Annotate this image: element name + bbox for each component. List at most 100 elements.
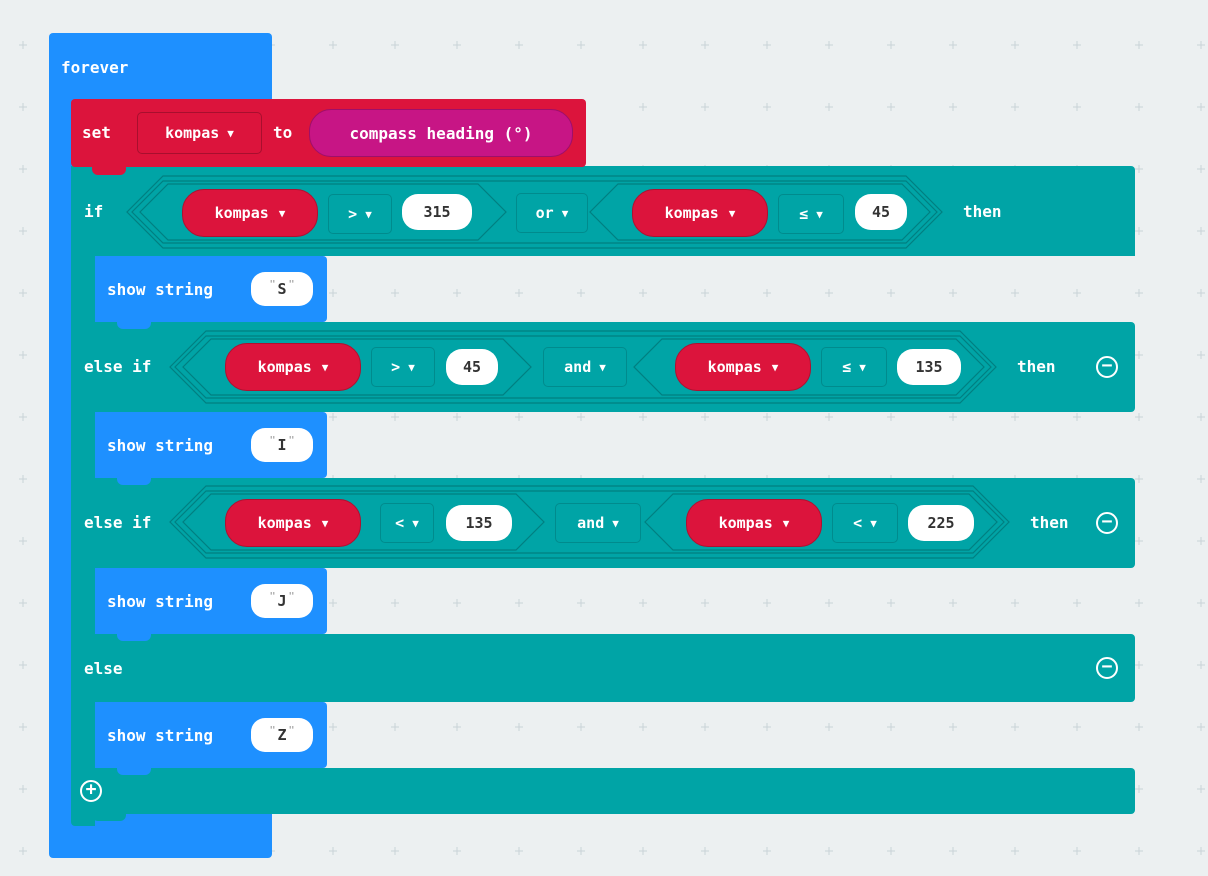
number-input[interactable]: 45 <box>855 194 907 230</box>
triangle-down-icon: ▼ <box>561 206 569 220</box>
then-label: then <box>963 202 1002 221</box>
kompas-variable-reporter[interactable]: kompas ▼ <box>675 343 811 391</box>
variable-dropdown[interactable]: kompas ▼ <box>137 112 262 154</box>
operator-symbol: > <box>391 358 401 376</box>
show-string-block[interactable]: show string " Z " <box>95 702 327 768</box>
number-input[interactable]: 315 <box>402 194 472 230</box>
triangle-down-icon: ▼ <box>771 360 779 374</box>
triangle-down-icon: ▼ <box>870 516 877 530</box>
minus-circle-icon[interactable]: − <box>1096 512 1118 534</box>
number-value: 45 <box>871 203 891 221</box>
string-value: S <box>277 280 287 298</box>
if-block-footer <box>71 768 1135 814</box>
show-string-label: show string <box>107 726 213 745</box>
quote-icon: " <box>269 278 276 290</box>
number-input[interactable]: 45 <box>446 349 498 385</box>
if-block-notch <box>92 813 126 821</box>
comparison-operator-dropdown[interactable]: > ▼ <box>371 347 435 387</box>
minus-circle-icon[interactable]: − <box>1096 657 1118 679</box>
else-label: else <box>84 659 123 678</box>
minus-circle-icon[interactable]: − <box>1096 356 1118 378</box>
show-string-block[interactable]: show string " J " <box>95 568 327 634</box>
logic-operator: or <box>535 204 554 222</box>
triangle-down-icon: ▼ <box>365 207 372 221</box>
triangle-down-icon: ▼ <box>782 516 790 530</box>
operator-symbol: < <box>395 514 405 532</box>
set-label: set <box>82 123 111 142</box>
else-if-label: else if <box>84 357 152 376</box>
number-input[interactable]: 135 <box>897 349 961 385</box>
comparison-operator-dropdown[interactable]: < ▼ <box>380 503 434 543</box>
quote-icon: " <box>288 278 295 290</box>
triangle-down-icon: ▼ <box>612 516 619 530</box>
variable-name: kompas <box>257 358 312 376</box>
show-string-block[interactable]: show string " S " <box>95 256 327 322</box>
else-row[interactable] <box>71 634 1135 702</box>
triangle-down-icon: ▼ <box>278 206 286 220</box>
kompas-variable-reporter[interactable]: kompas ▼ <box>182 189 318 237</box>
triangle-down-icon: ▼ <box>599 360 606 374</box>
show-block-notch <box>117 477 151 485</box>
forever-label: forever <box>61 58 129 77</box>
variable-name: kompas <box>707 358 762 376</box>
string-value: J <box>277 592 287 610</box>
show-string-label: show string <box>107 280 213 299</box>
logic-operator: and <box>564 358 592 376</box>
show-string-block[interactable]: show string " I " <box>95 412 327 478</box>
logic-operator-dropdown[interactable]: and ▼ <box>555 503 641 543</box>
number-value: 135 <box>915 358 943 376</box>
triangle-down-icon: ▼ <box>816 207 823 221</box>
if-label: if <box>84 202 104 221</box>
show-block-notch <box>117 633 151 641</box>
string-input[interactable]: " I " <box>251 428 313 462</box>
logic-operator-dropdown[interactable]: or ▼ <box>516 193 588 233</box>
operator-symbol: ≤ <box>842 358 852 376</box>
string-value: I <box>277 436 287 454</box>
set-block-notch <box>92 167 126 175</box>
kompas-variable-reporter[interactable]: kompas ▼ <box>632 189 768 237</box>
operator-symbol: < <box>853 514 863 532</box>
number-input[interactable]: 135 <box>446 505 512 541</box>
set-variable-block[interactable]: set kompas ▼ to compass heading (°) <box>71 99 586 167</box>
quote-icon: " <box>288 724 295 736</box>
comparison-operator-dropdown[interactable]: ≤ ▼ <box>778 194 844 234</box>
else-if-label: else if <box>84 513 152 532</box>
variable-name: kompas <box>664 204 719 222</box>
variable-name: kompas <box>257 514 312 532</box>
comparison-operator-dropdown[interactable]: > ▼ <box>328 194 392 234</box>
kompas-variable-reporter[interactable]: kompas ▼ <box>225 343 361 391</box>
variable-name: kompas <box>165 124 220 142</box>
show-block-notch <box>117 767 151 775</box>
compass-heading-reporter[interactable]: compass heading (°) <box>309 109 573 157</box>
kompas-variable-reporter[interactable]: kompas ▼ <box>225 499 361 547</box>
kompas-variable-reporter[interactable]: kompas ▼ <box>686 499 822 547</box>
triangle-down-icon: ▼ <box>859 360 866 374</box>
variable-name: kompas <box>718 514 773 532</box>
triangle-down-icon: ▼ <box>728 206 736 220</box>
string-input[interactable]: " S " <box>251 272 313 306</box>
quote-icon: " <box>288 590 295 602</box>
number-value: 315 <box>423 203 451 221</box>
triangle-down-icon: ▼ <box>227 126 234 140</box>
quote-icon: " <box>269 434 276 446</box>
string-input[interactable]: " Z " <box>251 718 313 752</box>
number-value: 45 <box>462 358 482 376</box>
then-label: then <box>1017 357 1056 376</box>
number-input[interactable]: 225 <box>908 505 974 541</box>
to-label: to <box>273 123 293 142</box>
plus-circle-icon[interactable]: + <box>80 780 102 802</box>
show-block-notch <box>117 321 151 329</box>
then-label: then <box>1030 513 1069 532</box>
number-value: 225 <box>927 514 955 532</box>
number-value: 135 <box>465 514 493 532</box>
logic-operator-dropdown[interactable]: and ▼ <box>543 347 627 387</box>
quote-icon: " <box>269 724 276 736</box>
quote-icon: " <box>269 590 276 602</box>
variable-name: kompas <box>214 204 269 222</box>
compass-heading-label: compass heading (°) <box>349 123 533 143</box>
logic-operator: and <box>577 514 605 532</box>
comparison-operator-dropdown[interactable]: ≤ ▼ <box>821 347 887 387</box>
string-input[interactable]: " J " <box>251 584 313 618</box>
triangle-down-icon: ▼ <box>321 360 329 374</box>
comparison-operator-dropdown[interactable]: < ▼ <box>832 503 898 543</box>
